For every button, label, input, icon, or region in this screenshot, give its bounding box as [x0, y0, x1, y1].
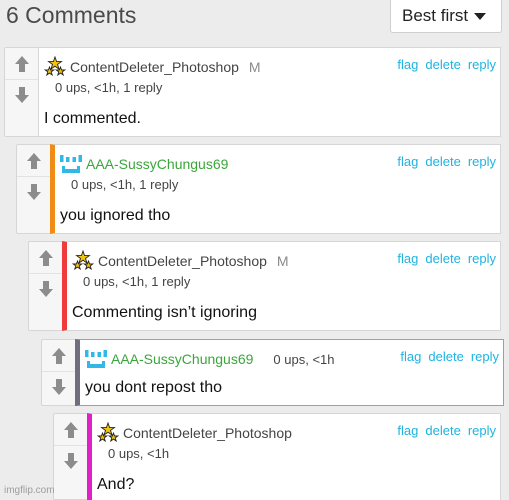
comments-count-title: 6 Comments	[6, 2, 137, 28]
delete-link[interactable]: delete	[428, 349, 463, 364]
reply-link[interactable]: reply	[471, 349, 499, 364]
comment-text: Commenting isn’t ignoring	[72, 304, 257, 321]
flag-link[interactable]: flag	[397, 423, 418, 438]
comment-text: you dont repost tho	[85, 379, 222, 396]
arrow-down-icon	[51, 378, 67, 396]
username-link[interactable]: AAA-SussyChungus69	[86, 156, 228, 172]
mod-badge: M	[248, 59, 261, 75]
arrow-down-icon	[38, 280, 54, 298]
comment-body: ContentDeleter_Photoshop 0 ups, <1h flag…	[87, 413, 501, 500]
arrow-down-icon	[63, 452, 79, 470]
flag-link[interactable]: flag	[397, 251, 418, 266]
imgflip-watermark: imgflip.com	[4, 485, 55, 496]
downvote-button[interactable]	[42, 371, 75, 402]
delete-link[interactable]: delete	[425, 251, 460, 266]
vote-column	[16, 144, 50, 234]
sort-dropdown[interactable]: Best first	[390, 0, 502, 33]
flag-link[interactable]: flag	[400, 349, 421, 364]
comment: ContentDeleter_Photoshop M 0 ups, <1h, 1…	[4, 47, 501, 137]
comment-meta: 0 ups, <1h, 1 reply	[83, 274, 191, 289]
arrow-down-icon	[14, 86, 30, 104]
comment-meta: 0 ups, <1h	[108, 446, 170, 461]
arrow-down-icon	[26, 183, 42, 201]
stars-avatar-icon	[97, 422, 119, 444]
upvote-button[interactable]	[54, 414, 87, 445]
comment-body: AAA-SussyChungus69 0 ups, <1h, 1 reply f…	[50, 144, 501, 234]
stars-avatar-icon	[44, 56, 66, 78]
comment-body: AAA-SussyChungus69 0 ups, <1h flag delet…	[75, 339, 504, 406]
downvote-button[interactable]	[17, 176, 50, 207]
vote-column	[4, 47, 38, 137]
comment-meta: 0 ups, <1h, 1 reply	[71, 177, 179, 192]
upvote-button[interactable]	[42, 340, 75, 371]
downvote-button[interactable]	[54, 445, 87, 476]
upvote-button[interactable]	[17, 145, 50, 176]
comments-header: 6 Comments Best first	[0, 0, 509, 38]
comment: AAA-SussyChungus69 0 ups, <1h, 1 reply f…	[16, 144, 501, 234]
arrow-up-icon	[63, 421, 79, 439]
smiley-avatar-icon	[85, 348, 107, 370]
arrow-up-icon	[38, 249, 54, 267]
username-link[interactable]: ContentDeleter_Photoshop	[70, 59, 239, 75]
comment-meta: 0 ups, <1h	[273, 351, 335, 367]
comment: ContentDeleter_Photoshop M 0 ups, <1h, 1…	[28, 241, 501, 331]
arrow-up-icon	[14, 55, 30, 73]
comment-text: And?	[97, 476, 135, 493]
reply-link[interactable]: reply	[468, 154, 496, 169]
username-link[interactable]: AAA-SussyChungus69	[111, 351, 253, 367]
smiley-avatar-icon	[60, 153, 82, 175]
chevron-down-icon	[474, 12, 487, 20]
comment: ContentDeleter_Photoshop 0 ups, <1h flag…	[53, 413, 501, 500]
username-link[interactable]: ContentDeleter_Photoshop	[98, 253, 267, 269]
stars-avatar-icon	[72, 250, 94, 272]
reply-link[interactable]: reply	[468, 423, 496, 438]
reply-link[interactable]: reply	[468, 57, 496, 72]
mod-badge: M	[276, 253, 289, 269]
downvote-button[interactable]	[29, 273, 62, 304]
username-link[interactable]: ContentDeleter_Photoshop	[123, 425, 292, 441]
vote-column	[28, 241, 62, 331]
delete-link[interactable]: delete	[425, 154, 460, 169]
downvote-button[interactable]	[5, 79, 38, 110]
comment-meta: 0 ups, <1h, 1 reply	[55, 80, 163, 95]
upvote-button[interactable]	[29, 242, 62, 273]
delete-link[interactable]: delete	[425, 57, 460, 72]
flag-link[interactable]: flag	[397, 57, 418, 72]
arrow-up-icon	[26, 152, 42, 170]
vote-column	[41, 339, 75, 406]
sort-label: Best first	[402, 6, 469, 25]
comment-text: I commented.	[44, 110, 141, 127]
delete-link[interactable]: delete	[425, 423, 460, 438]
arrow-up-icon	[51, 347, 67, 365]
reply-link[interactable]: reply	[468, 251, 496, 266]
upvote-button[interactable]	[5, 48, 38, 79]
vote-column	[53, 413, 87, 500]
comment-body: ContentDeleter_Photoshop M 0 ups, <1h, 1…	[62, 241, 501, 331]
flag-link[interactable]: flag	[397, 154, 418, 169]
comment-text: you ignored tho	[60, 207, 171, 224]
comment-body: ContentDeleter_Photoshop M 0 ups, <1h, 1…	[38, 47, 501, 137]
comment: AAA-SussyChungus69 0 ups, <1h flag delet…	[41, 339, 504, 406]
